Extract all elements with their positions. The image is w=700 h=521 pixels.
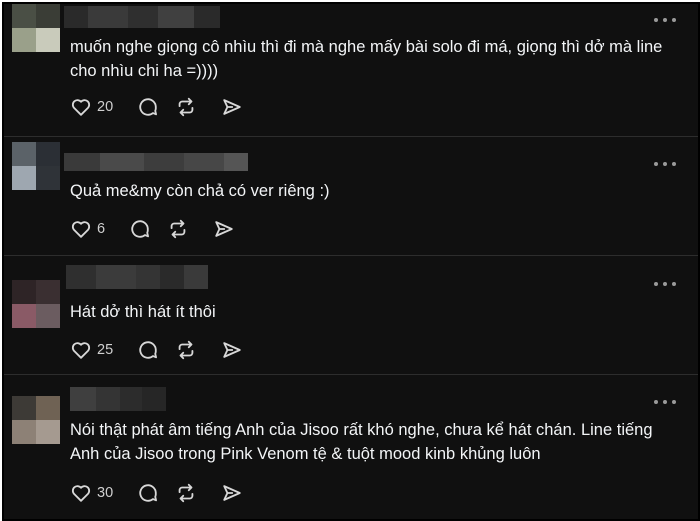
avatar[interactable]: [12, 142, 60, 190]
avatar-tile: [12, 304, 36, 328]
heart-icon: [71, 485, 91, 502]
share-button[interactable]: [221, 339, 243, 361]
repost-icon: [178, 97, 194, 117]
reply-button[interactable]: [137, 339, 159, 361]
username-blurred[interactable]: [66, 265, 208, 289]
action-bar: 25: [70, 338, 243, 362]
username-blurred[interactable]: [64, 153, 248, 171]
share-icon: [215, 221, 233, 237]
repost-button[interactable]: [175, 96, 197, 118]
repost-icon: [170, 219, 186, 239]
action-bar: 30: [70, 481, 243, 505]
avatar[interactable]: [12, 396, 60, 444]
more-icon: [654, 282, 658, 286]
comment-text: Nói thật phát âm tiếng Anh của Jisoo rất…: [70, 421, 653, 463]
reply-button[interactable]: [137, 96, 159, 118]
username-blurred[interactable]: [70, 387, 166, 411]
heart-icon: [71, 342, 91, 359]
avatar-tile: [12, 420, 36, 444]
like-button[interactable]: 20: [70, 96, 113, 118]
repost-button[interactable]: [175, 339, 197, 361]
comment-icon: [139, 484, 158, 502]
avatar-tile: [36, 28, 60, 52]
more-options-button[interactable]: [654, 279, 676, 289]
comment-post: Hát dở thì hát ít thôi 25: [4, 256, 698, 375]
comment-text: Quả me&my còn chả có ver riêng :): [70, 182, 330, 200]
avatar-tile: [12, 396, 36, 420]
avatar-tile: [36, 396, 60, 420]
more-options-button[interactable]: [654, 15, 676, 25]
more-icon: [654, 18, 658, 22]
avatar-tile: [12, 142, 36, 166]
avatar-tile: [12, 166, 36, 190]
comment-post: muốn nghe giọng cô nhìu thì đi mà nghe m…: [4, 4, 698, 137]
more-options-button[interactable]: [654, 159, 676, 169]
share-button[interactable]: [221, 96, 243, 118]
like-count: 6: [97, 221, 106, 237]
avatar-tile: [12, 280, 36, 304]
like-button[interactable]: 30: [70, 482, 113, 504]
like-button[interactable]: 25: [70, 339, 113, 361]
avatar-tile: [12, 28, 36, 52]
avatar-tile: [36, 166, 60, 190]
like-count: 25: [97, 342, 114, 358]
avatar-tile: [36, 4, 60, 28]
comment-icon: [139, 341, 158, 359]
comment-text: muốn nghe giọng cô nhìu thì đi mà nghe m…: [70, 38, 663, 80]
repost-icon: [178, 340, 194, 360]
more-options-button[interactable]: [654, 397, 676, 407]
like-count: 30: [97, 485, 114, 501]
comments-panel: muốn nghe giọng cô nhìu thì đi mà nghe m…: [2, 2, 700, 521]
reply-button[interactable]: [129, 218, 151, 240]
avatar-tile: [36, 280, 60, 304]
action-bar: 20: [70, 95, 243, 119]
action-bar: 6: [70, 217, 235, 241]
share-icon: [223, 99, 241, 115]
comment-icon: [131, 220, 150, 238]
username-blurred[interactable]: [64, 6, 220, 28]
comment-post: Quả me&my còn chả có ver riêng :) 6: [4, 137, 698, 256]
avatar[interactable]: [12, 280, 60, 328]
heart-icon: [71, 221, 91, 238]
comment-icon: [139, 98, 158, 116]
share-button[interactable]: [213, 218, 235, 240]
repost-icon: [178, 483, 194, 503]
repost-button[interactable]: [167, 218, 189, 240]
heart-icon: [71, 99, 91, 116]
avatar-tile: [12, 4, 36, 28]
more-icon: [654, 400, 658, 404]
comment-text: Hát dở thì hát ít thôi: [70, 303, 216, 321]
avatar-tile: [36, 420, 60, 444]
more-icon: [654, 162, 658, 166]
avatar-tile: [36, 304, 60, 328]
like-count: 20: [97, 99, 114, 115]
avatar-tile: [36, 142, 60, 166]
share-icon: [223, 485, 241, 501]
reply-button[interactable]: [137, 482, 159, 504]
share-button[interactable]: [221, 482, 243, 504]
comment-post: Nói thật phát âm tiếng Anh của Jisoo rất…: [4, 375, 698, 519]
repost-button[interactable]: [175, 482, 197, 504]
like-button[interactable]: 6: [70, 218, 105, 240]
share-icon: [223, 342, 241, 358]
avatar[interactable]: [12, 4, 60, 52]
